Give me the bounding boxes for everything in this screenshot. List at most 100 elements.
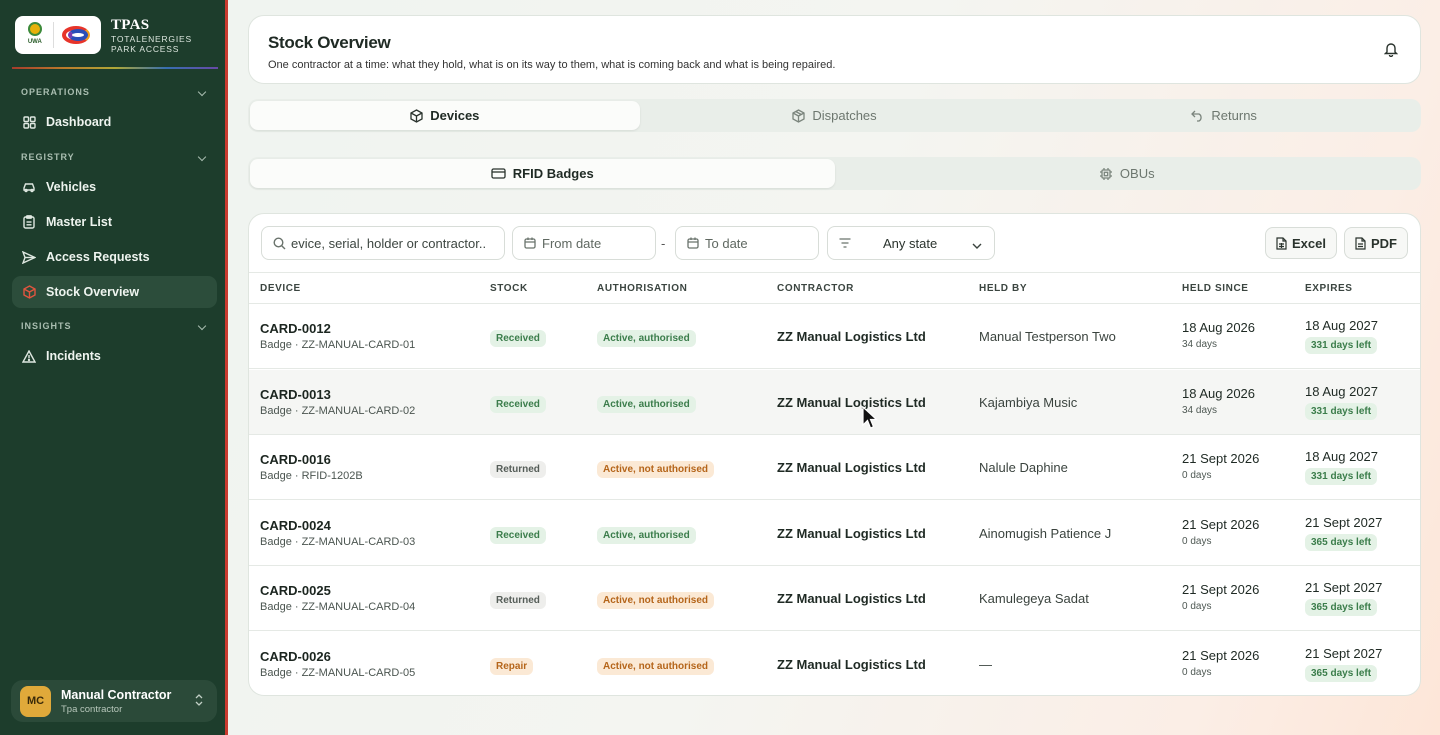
authorisation-badge: Active, authorised xyxy=(597,330,696,347)
state-select[interactable]: Any state xyxy=(827,226,995,260)
held-by-name: Kamulegeya Sadat xyxy=(979,591,1089,606)
stock-status-badge: Repair xyxy=(490,657,534,675)
main-tabs: Devices Dispatches Returns xyxy=(248,99,1421,132)
held-duration: 34 days xyxy=(1182,404,1218,416)
sidebar: UWA TPAS TOTALENERGIES PARK ACCESS OPERA… xyxy=(0,0,228,735)
box-icon xyxy=(22,285,36,299)
page-title: Stock Overview xyxy=(268,33,391,52)
device-id[interactable]: CARD-0016 xyxy=(260,452,363,467)
from-date-placeholder: From date xyxy=(542,235,602,251)
authorisation-badge: Active, authorised xyxy=(597,395,696,413)
table-row[interactable]: CARD-0013 Badge · ZZ-MANUAL-CARD-02 Receiv… xyxy=(249,369,1420,435)
column-header-stock[interactable]: STOCK xyxy=(490,283,528,294)
export-pdf-button[interactable]: PDF xyxy=(1344,227,1408,259)
sidebar-item-incidents[interactable]: Incidents xyxy=(12,340,217,372)
held-since-date: 21 Sept 2026 xyxy=(1182,451,1260,466)
tab-dispatches[interactable]: Dispatches xyxy=(640,101,1030,130)
sidebar-item-stock-overview[interactable]: Stock Overview xyxy=(12,276,217,308)
sidebar-item-label: Master List xyxy=(46,215,112,229)
tab-obus[interactable]: OBUs xyxy=(835,159,1420,188)
brand[interactable]: UWA TPAS TOTALENERGIES PARK ACCESS xyxy=(15,16,192,54)
grid-icon xyxy=(22,115,36,129)
days-left-badge: 331 days left xyxy=(1305,468,1378,485)
device-serial: Badge · ZZ-MANUAL-CARD-04 xyxy=(260,601,416,613)
table-row[interactable]: CARD-0025 Badge · ZZ-MANUAL-CARD-04 Return… xyxy=(249,566,1420,631)
tab-returns[interactable]: Returns xyxy=(1029,101,1419,130)
column-header-held-since[interactable]: HELD SINCE xyxy=(1182,283,1249,294)
search-input[interactable]: evice, serial, holder or contractor.. xyxy=(261,226,505,260)
file-icon xyxy=(1355,236,1366,250)
sidebar-item-vehicles[interactable]: Vehicles xyxy=(12,171,217,203)
page-subtitle: One contractor at a time: what they hold… xyxy=(268,59,836,71)
contractor-name: ZZ Manual Logistics Ltd xyxy=(777,525,926,541)
held-duration: 34 days xyxy=(1182,339,1218,350)
bell-icon[interactable] xyxy=(1383,41,1399,58)
nav-section-insights[interactable]: INSIGHTS xyxy=(21,321,207,331)
expiry-date: 18 Aug 2027 xyxy=(1305,318,1379,333)
column-header-contractor[interactable]: CONTRACTOR xyxy=(777,283,854,294)
sidebar-item-dashboard[interactable]: Dashboard xyxy=(12,106,217,138)
search-value: evice, serial, holder or contractor.. xyxy=(291,235,487,251)
filter-icon xyxy=(839,238,851,248)
held-since-date: 21 Sept 2026 xyxy=(1182,516,1260,532)
nav-section-operations[interactable]: OPERATIONS xyxy=(21,87,207,97)
held-duration: 0 days xyxy=(1182,601,1212,612)
table-row[interactable]: CARD-0016 Badge · RFID-1202B Returned Activ… xyxy=(249,435,1420,500)
table-row[interactable]: CARD-0024 Badge · ZZ-MANUAL-CARD-03 Receiv… xyxy=(249,501,1420,566)
brand-text: TPAS TOTALENERGIES PARK ACCESS xyxy=(111,17,192,54)
tab-devices[interactable]: Devices xyxy=(250,101,640,130)
chip-icon xyxy=(1099,167,1113,181)
held-since-date: 18 Aug 2026 xyxy=(1182,385,1256,401)
sidebar-item-master-list[interactable]: Master List xyxy=(12,206,217,238)
chevron-down-icon xyxy=(197,152,207,162)
user-role: Tpa contractor xyxy=(61,703,123,715)
brand-subtitle-2: PARK ACCESS xyxy=(111,43,180,54)
nav-section-registry[interactable]: REGISTRY xyxy=(21,152,207,162)
chevron-up-down-icon xyxy=(195,693,203,708)
box-icon xyxy=(410,108,423,123)
held-since-date: 21 Sept 2026 xyxy=(1182,647,1260,663)
days-left-badge: 331 days left xyxy=(1305,402,1378,420)
column-header-held-by[interactable]: HELD BY xyxy=(979,283,1027,294)
stock-status-badge: Received xyxy=(490,526,546,544)
from-date-field[interactable]: From date xyxy=(512,226,656,260)
export-excel-button[interactable]: Excel xyxy=(1265,227,1337,259)
device-id[interactable]: CARD-0025 xyxy=(260,583,415,598)
contractor-name: ZZ Manual Logistics Ltd xyxy=(777,329,926,344)
held-since-date: 21 Sept 2026 xyxy=(1182,582,1260,597)
tab-rfid-badges[interactable]: RFID Badges xyxy=(250,159,835,188)
device-serial: Badge · RFID-1202B xyxy=(260,470,363,482)
device-id[interactable]: CARD-0012 xyxy=(260,321,415,336)
authorisation-badge: Active, not authorised xyxy=(597,592,715,609)
stock-status-badge: Returned xyxy=(490,461,546,478)
column-header-expires[interactable]: EXPIRES xyxy=(1305,283,1353,294)
device-id[interactable]: CARD-0024 xyxy=(260,518,415,533)
nav-section-label: INSIGHTS xyxy=(21,321,72,331)
package-icon xyxy=(792,108,805,123)
chevron-down-icon xyxy=(972,238,982,253)
table-row[interactable]: CARD-0012 Badge · ZZ-MANUAL-CARD-01 Receiv… xyxy=(249,304,1420,369)
contractor-name: ZZ Manual Logistics Ltd xyxy=(777,591,926,606)
authorisation-badge: Active, not authorised xyxy=(597,461,715,478)
send-icon xyxy=(22,250,36,264)
device-id[interactable]: CARD-0026 xyxy=(260,649,415,664)
device-id[interactable]: CARD-0013 xyxy=(260,387,415,402)
device-type-tabs: RFID Badges OBUs xyxy=(248,157,1421,190)
contractor-name: ZZ Manual Logistics Ltd xyxy=(777,656,926,672)
car-icon xyxy=(22,180,36,194)
to-date-placeholder: To date xyxy=(705,235,748,251)
table-row[interactable]: CARD-0026 Badge · ZZ-MANUAL-CARD-05 Repair… xyxy=(249,632,1420,696)
expiry-date: 18 Aug 2027 xyxy=(1305,449,1379,464)
user-menu[interactable]: MC Manual Contractor Tpa contractor xyxy=(11,680,217,722)
days-left-badge: 365 days left xyxy=(1305,599,1378,616)
avatar: MC xyxy=(20,685,51,717)
held-by-name: Manual Testperson Two xyxy=(979,329,1116,344)
column-header-authorisation[interactable]: AUTHORISATION xyxy=(597,283,687,294)
column-header-device[interactable]: DEVICE xyxy=(260,283,301,294)
nav-section-label: OPERATIONS xyxy=(21,87,90,97)
to-date-field[interactable]: To date xyxy=(675,226,819,260)
held-by-name: — xyxy=(979,656,992,672)
expiry-date: 21 Sept 2027 xyxy=(1305,514,1383,530)
held-by-name: Ainomugish Patience J xyxy=(979,525,1112,541)
sidebar-item-access-requests[interactable]: Access Requests xyxy=(12,241,217,273)
